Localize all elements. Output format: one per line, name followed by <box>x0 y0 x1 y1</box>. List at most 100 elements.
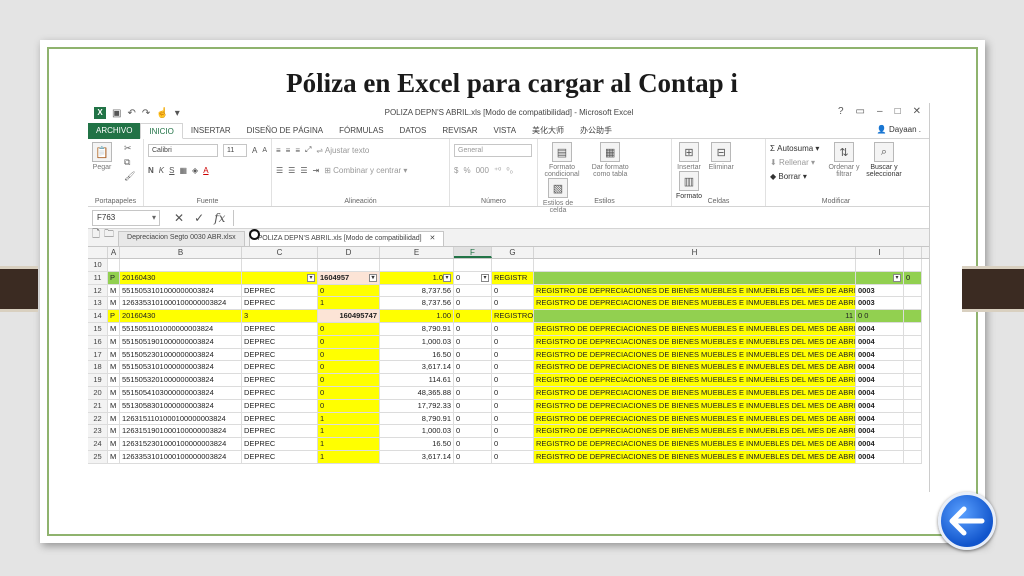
doc-tab-depreciacion[interactable]: Depreciacion Segto 0030 ABR.xlsx <box>118 231 245 246</box>
cell-b[interactable]: 5515053201000000003824 <box>120 374 242 387</box>
row-number[interactable]: 16 <box>88 335 108 349</box>
paste-button[interactable]: 📋 Pegar <box>92 142 112 171</box>
filter-dropdown-icon[interactable]: ▾ <box>481 273 489 282</box>
font-size-combo[interactable]: 11 <box>222 143 247 157</box>
cell-a[interactable]: M <box>108 399 120 413</box>
cell-b[interactable] <box>120 259 242 272</box>
cell-b[interactable]: 1263151901000100000003824 <box>120 425 242 439</box>
cell-b[interactable]: 5513058301000000003824 <box>120 399 242 413</box>
cell-h[interactable]: REGISTRO DE DEPRECIACIONES DE BIENES MUE… <box>534 322 856 336</box>
cell-c[interactable]: DEPREC <box>242 438 318 451</box>
cell-a[interactable]: M <box>108 450 120 464</box>
cell-e[interactable]: 3,617.14 <box>380 450 454 464</box>
cell-d[interactable]: 1 <box>318 438 380 451</box>
cell-f[interactable]: 0 <box>454 425 492 439</box>
cell-e[interactable]: 1.00 <box>380 310 454 323</box>
col-header-a[interactable]: A <box>108 247 120 258</box>
autosum-button[interactable]: Σ Autosuma ▾ <box>770 142 819 156</box>
select-all-corner[interactable] <box>88 247 108 258</box>
cell-j[interactable] <box>904 322 922 336</box>
cell-h[interactable]: REGISTRO DE DEPRECIACIONES DE BIENES MUE… <box>534 386 856 400</box>
tab-archivo[interactable]: ARCHIVO <box>88 122 141 139</box>
cell-f[interactable]: 0 <box>454 348 492 362</box>
cell-c[interactable]: DEPREC <box>242 322 318 336</box>
fill-color-icon[interactable]: ◈ <box>192 166 198 175</box>
confirm-entry-icon[interactable]: ✓ <box>194 211 204 225</box>
align-bottom-icon[interactable]: ≡ <box>295 146 300 155</box>
cell-d[interactable]: 1 <box>318 412 380 426</box>
row-number[interactable]: 14 <box>88 310 108 323</box>
align-right-icon[interactable]: ☰ <box>300 166 307 175</box>
find-select-button[interactable]: ⌕ Buscar y seleccionar <box>864 142 904 178</box>
cell-b[interactable]: 20160430 <box>120 310 242 323</box>
cell-i[interactable] <box>856 259 904 272</box>
minimize-icon[interactable]: – <box>877 106 883 117</box>
cell-c[interactable]: DEPREC <box>242 399 318 413</box>
col-header-g[interactable]: G <box>492 247 534 258</box>
cell-e[interactable]: 114.61 <box>380 374 454 387</box>
cell-styles-button[interactable]: ▧ Estilos de celda <box>542 178 574 214</box>
cell-d[interactable] <box>318 259 380 272</box>
cell-g[interactable]: 0 <box>492 425 534 439</box>
format-cells-button[interactable]: ▥ Formato <box>676 171 702 200</box>
cell-d[interactable]: 0 <box>318 374 380 387</box>
align-middle-icon[interactable]: ≡ <box>286 146 291 155</box>
cell-g[interactable]: 0 <box>492 450 534 464</box>
name-box[interactable]: F763 <box>92 209 160 226</box>
number-format-combo[interactable]: General <box>454 143 532 157</box>
cell-e[interactable]: 1.0 ▾ <box>380 271 454 285</box>
filter-dropdown-icon[interactable]: ▾ <box>443 273 451 282</box>
cell-c[interactable]: DEPREC <box>242 412 318 426</box>
row-number[interactable]: 17 <box>88 348 108 362</box>
cell-f[interactable]: 0 <box>454 297 492 311</box>
cell-b[interactable]: 5515052301000000003824 <box>120 348 242 362</box>
tab-meihua[interactable]: 美化大师 <box>524 123 572 139</box>
doc-tab-close-icon[interactable]: ✕ <box>430 235 436 242</box>
cell-i[interactable]: 0004 <box>856 374 904 387</box>
cell-j[interactable] <box>904 284 922 298</box>
sort-filter-button[interactable]: ⇅ Ordenar y filtrar <box>826 142 862 178</box>
cell-j[interactable] <box>904 412 922 426</box>
conditional-format-button[interactable]: ▤ Formato condicional <box>542 142 582 178</box>
cell-a[interactable] <box>108 259 120 272</box>
cell-j[interactable] <box>904 399 922 413</box>
cell-h[interactable]: REGISTRO DE DEPRECIACIONES DE BIENES MUE… <box>534 374 856 387</box>
cell-i[interactable]: 0004 <box>856 335 904 349</box>
thousands-button[interactable]: 000 <box>476 166 489 175</box>
cell-f[interactable]: 0 <box>454 399 492 413</box>
cell-a[interactable]: M <box>108 322 120 336</box>
tab-insertar[interactable]: INSERTAR <box>183 123 239 139</box>
cell-a[interactable]: M <box>108 412 120 426</box>
cell-c[interactable]: 3 <box>242 310 318 323</box>
cell-b[interactable]: 5515054103000000003824 <box>120 386 242 400</box>
back-button[interactable] <box>938 492 996 550</box>
cell-b[interactable]: 5515051101000000003824 <box>120 322 242 336</box>
tab-bangong[interactable]: 办公助手 <box>572 123 620 139</box>
cell-a[interactable]: M <box>108 348 120 362</box>
cell-b[interactable]: 1263152301000100000003824 <box>120 438 242 451</box>
cell-h[interactable]: REGISTRO DE DEPRECIACIONES DE BIENES MUE… <box>534 348 856 362</box>
tab-diseno[interactable]: DISEÑO DE PÁGINA <box>239 123 331 139</box>
grow-font-icon[interactable]: A <box>252 146 257 155</box>
font-color-button[interactable]: A <box>203 166 208 175</box>
cell-h[interactable] <box>534 259 856 272</box>
cell-b[interactable]: 5515053101000000003824 <box>120 361 242 375</box>
row-number[interactable]: 10 <box>88 259 108 272</box>
col-header-j[interactable] <box>904 247 922 258</box>
doc-tab-poliza[interactable]: POLIZA DEPN'S ABRIL.xls [Modo de compati… <box>248 231 445 246</box>
cell-e[interactable]: 16.50 <box>380 438 454 451</box>
cell-f[interactable]: 0 <box>454 322 492 336</box>
tab-revisar[interactable]: REVISAR <box>434 123 485 139</box>
insert-function-icon[interactable]: fx <box>214 211 225 225</box>
cell-b[interactable]: 1263151101000100000003824 <box>120 412 242 426</box>
cell-e[interactable]: 8,790.91 <box>380 322 454 336</box>
cell-i[interactable]: 0004 <box>856 412 904 426</box>
tab-formulas[interactable]: FÓRMULAS <box>331 123 391 139</box>
cell-e[interactable]: 8,737.56 <box>380 297 454 311</box>
cell-d[interactable]: 0 <box>318 322 380 336</box>
cell-e[interactable]: 1,000.03 <box>380 425 454 439</box>
cut-icon[interactable]: ✂ <box>124 143 132 154</box>
cell-d[interactable]: 1604957 ▾ <box>318 271 380 285</box>
align-left-icon[interactable]: ☰ <box>276 166 283 175</box>
row-number[interactable]: 15 <box>88 322 108 336</box>
